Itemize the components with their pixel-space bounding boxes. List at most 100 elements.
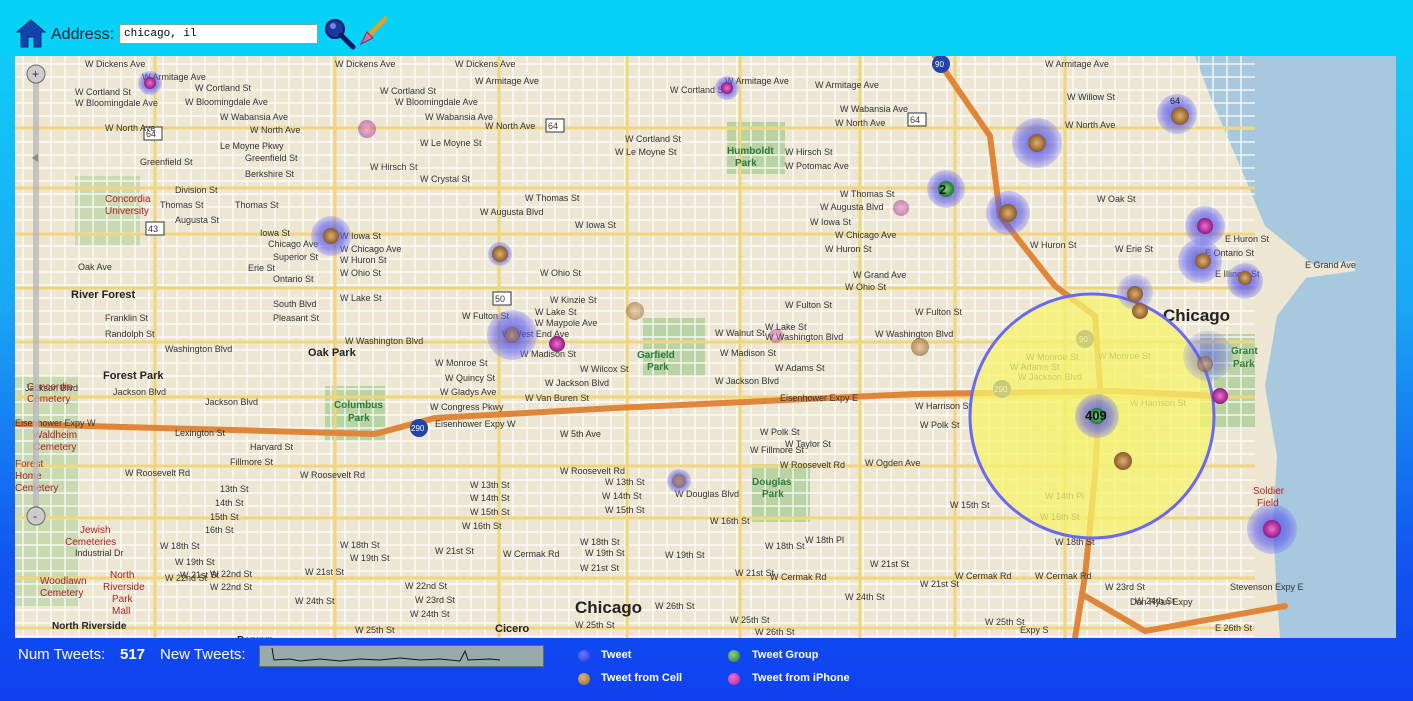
svg-text:W Lake St: W Lake St: [535, 307, 577, 317]
svg-text:W Wabansia Ave: W Wabansia Ave: [425, 112, 493, 122]
svg-text:W North Ave: W North Ave: [250, 125, 300, 135]
svg-text:290: 290: [411, 424, 425, 433]
svg-text:W Augusta Blvd: W Augusta Blvd: [820, 202, 884, 212]
svg-text:W 25th St: W 25th St: [355, 625, 395, 635]
svg-text:Chicago Ave: Chicago Ave: [268, 239, 318, 249]
svg-text:W Dickens Ave: W Dickens Ave: [85, 59, 145, 69]
svg-text:W Fulton St: W Fulton St: [915, 307, 963, 317]
svg-text:W Chicago Ave: W Chicago Ave: [835, 230, 896, 240]
svg-text:W 25th St: W 25th St: [730, 615, 770, 625]
svg-text:W Madison St: W Madison St: [720, 348, 777, 358]
svg-text:Riverside: Riverside: [103, 582, 145, 593]
svg-text:Stevenson Expy E: Stevenson Expy E: [1230, 582, 1304, 592]
svg-text:W Wabansia Ave: W Wabansia Ave: [840, 104, 908, 114]
svg-text:W Lake St: W Lake St: [340, 293, 382, 303]
svg-text:Oak Ave: Oak Ave: [78, 262, 112, 272]
svg-text:W 19th St: W 19th St: [175, 557, 215, 567]
svg-text:W Ohio St: W Ohio St: [340, 268, 382, 278]
svg-text:W 22nd St: W 22nd St: [405, 581, 448, 591]
svg-text:Division St: Division St: [175, 185, 218, 195]
svg-text:Harvard St: Harvard St: [250, 442, 294, 452]
svg-text:Woodlawn: Woodlawn: [40, 576, 87, 587]
svg-text:W Iowa St: W Iowa St: [810, 217, 852, 227]
svg-text:W Cermak Rd: W Cermak Rd: [1035, 571, 1092, 581]
svg-text:Jackson Blvd: Jackson Blvd: [205, 397, 258, 407]
svg-text:409: 409: [1085, 408, 1107, 423]
svg-text:Thomas St: Thomas St: [160, 200, 204, 210]
svg-text:W Maypole Ave: W Maypole Ave: [535, 318, 597, 328]
svg-text:W 21st St: W 21st St: [735, 568, 775, 578]
svg-text:W 14th St: W 14th St: [470, 493, 510, 503]
svg-text:Park: Park: [647, 362, 669, 373]
svg-text:50: 50: [495, 294, 505, 304]
svg-text:Mall: Mall: [112, 606, 130, 617]
svg-text:W Iowa St: W Iowa St: [575, 220, 617, 230]
svg-text:E Grand Ave: E Grand Ave: [1305, 260, 1356, 270]
svg-text:W 24th St: W 24th St: [410, 609, 450, 619]
svg-text:W 15th St: W 15th St: [605, 505, 645, 515]
svg-text:W Kinzie St: W Kinzie St: [550, 295, 597, 305]
svg-text:Berkshire St: Berkshire St: [245, 169, 295, 179]
svg-text:W 18th St: W 18th St: [340, 540, 380, 550]
num-tweets-value: 517: [120, 646, 146, 663]
svg-text:W Washington Blvd: W Washington Blvd: [875, 329, 953, 339]
svg-text:W 19th St: W 19th St: [665, 550, 705, 560]
svg-text:Thomas St: Thomas St: [235, 200, 279, 210]
svg-text:W Roosevelt Rd: W Roosevelt Rd: [300, 470, 365, 480]
svg-text:W Roosevelt Rd: W Roosevelt Rd: [560, 466, 625, 476]
svg-text:W Huron St: W Huron St: [1030, 240, 1077, 250]
svg-text:Randolph St: Randolph St: [105, 329, 155, 339]
svg-text:W North Ave: W North Ave: [485, 121, 535, 131]
svg-text:W Huron St: W Huron St: [825, 244, 872, 254]
clear-icon[interactable]: [357, 16, 389, 48]
svg-text:13th St: 13th St: [220, 484, 249, 494]
legend-tweet-cell-icon: [578, 673, 590, 685]
svg-text:W 19th St: W 19th St: [350, 553, 390, 563]
svg-text:W Cortland St: W Cortland St: [75, 87, 132, 97]
svg-text:Augusta St: Augusta St: [175, 215, 220, 225]
svg-text:W Cortland St: W Cortland St: [625, 134, 682, 144]
svg-text:Soldier: Soldier: [1253, 486, 1285, 497]
svg-text:W Armitage Ave: W Armitage Ave: [475, 76, 539, 86]
svg-text:River Forest: River Forest: [71, 289, 136, 301]
svg-text:W 26th St: W 26th St: [655, 601, 695, 611]
address-input[interactable]: [119, 24, 318, 44]
new-tweets-sparkline: [259, 645, 544, 667]
svg-text:64: 64: [548, 121, 558, 131]
svg-text:W 14th St: W 14th St: [602, 491, 642, 501]
svg-text:W Crystal St: W Crystal St: [420, 174, 471, 184]
svg-text:Cicero: Cicero: [495, 623, 530, 635]
svg-text:Lexington St: Lexington St: [175, 428, 226, 438]
svg-text:W 18th St: W 18th St: [580, 537, 620, 547]
svg-text:Garfield: Garfield: [637, 350, 675, 361]
zoom-control[interactable]: + -: [25, 64, 47, 534]
map-view[interactable]: 64 64 64 50 43 90 90 290 290 W Dickens A…: [15, 56, 1396, 638]
svg-text:W Bloomingdale Ave: W Bloomingdale Ave: [75, 98, 158, 108]
svg-text:-: -: [33, 509, 37, 523]
svg-text:W Lake St: W Lake St: [765, 322, 807, 332]
svg-text:43: 43: [148, 224, 158, 234]
svg-text:Concordia: Concordia: [105, 194, 151, 205]
svg-text:Pleasant St: Pleasant St: [273, 313, 320, 323]
zoom-slider-track[interactable]: [33, 82, 39, 514]
svg-text:Greenfield St: Greenfield St: [245, 153, 298, 163]
svg-text:W 24th St: W 24th St: [845, 592, 885, 602]
svg-text:Le Moyne Pkwy: Le Moyne Pkwy: [220, 141, 284, 151]
svg-text:W Cermak Rd: W Cermak Rd: [503, 549, 560, 559]
svg-text:Cemetery: Cemetery: [40, 588, 83, 599]
svg-text:Douglas: Douglas: [752, 477, 792, 488]
svg-text:W Potomac Ave: W Potomac Ave: [785, 161, 849, 171]
svg-text:W Le Moyne St: W Le Moyne St: [420, 138, 482, 148]
svg-text:Columbus: Columbus: [334, 400, 383, 411]
svg-text:Cemeteries: Cemeteries: [65, 537, 116, 548]
svg-text:W 23rd St: W 23rd St: [415, 595, 456, 605]
svg-text:W 15th St: W 15th St: [470, 507, 510, 517]
svg-text:Industrial Dr: Industrial Dr: [75, 548, 124, 558]
search-icon[interactable]: [322, 16, 356, 50]
svg-text:W 25th St: W 25th St: [575, 620, 615, 630]
home-icon[interactable]: [15, 17, 47, 49]
svg-text:90: 90: [935, 60, 944, 69]
legend-tweet-group: Tweet Group: [752, 649, 819, 661]
svg-text:Eisenhower Expy E: Eisenhower Expy E: [780, 393, 858, 403]
svg-text:+: +: [32, 67, 39, 81]
